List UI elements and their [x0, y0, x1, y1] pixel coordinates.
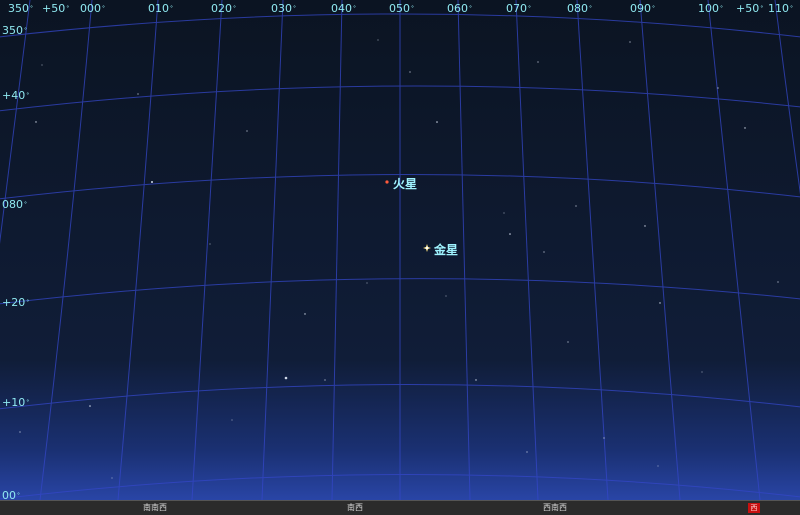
ra-label: +50° — [42, 2, 70, 15]
star — [543, 251, 545, 253]
mars-dot-icon[interactable] — [385, 180, 389, 184]
ra-label: 050° — [389, 2, 414, 15]
ra-label: 090° — [630, 2, 655, 15]
horizon-direction-bar: 南南西 南西 西南西 西 — [0, 500, 800, 515]
dec-label: +10° — [2, 396, 30, 409]
star — [19, 431, 21, 433]
star — [89, 405, 91, 407]
star — [231, 419, 233, 421]
star — [567, 341, 569, 343]
star — [209, 243, 211, 245]
venus-label[interactable]: 金星 — [434, 241, 458, 258]
star — [284, 376, 288, 380]
dec-label: +20° — [2, 296, 30, 309]
star — [657, 465, 659, 467]
dec-label: 080° — [2, 198, 27, 211]
direction-marker-icon[interactable]: 西 — [748, 503, 760, 513]
ra-label: +50° — [736, 2, 764, 15]
ra-label: 100° — [698, 2, 723, 15]
ra-label: 040° — [331, 2, 356, 15]
ra-label: 000° — [80, 2, 105, 15]
star — [644, 225, 646, 227]
direction-ssw[interactable]: 南南西 — [143, 502, 167, 513]
star — [304, 313, 306, 315]
ra-label: 010° — [148, 2, 173, 15]
star — [409, 71, 411, 73]
dec-label: 350° — [2, 24, 27, 37]
star — [526, 451, 528, 453]
star — [537, 61, 539, 63]
star — [701, 371, 703, 373]
star — [377, 39, 379, 41]
ra-label: 070° — [506, 2, 531, 15]
star — [717, 87, 719, 89]
ra-label: 110° — [768, 2, 793, 15]
star — [659, 302, 661, 304]
star — [503, 212, 505, 214]
star — [41, 64, 43, 66]
dec-label: +40° — [2, 89, 30, 102]
star — [475, 379, 477, 381]
ra-label: 350° — [8, 2, 33, 15]
star — [137, 93, 139, 95]
star — [509, 233, 511, 235]
star — [445, 295, 447, 297]
star — [744, 127, 746, 129]
star — [603, 437, 605, 439]
ra-label: 030° — [271, 2, 296, 15]
star — [777, 281, 779, 283]
star — [436, 121, 438, 123]
star — [111, 477, 113, 479]
ra-label: 080° — [567, 2, 592, 15]
sky-chart[interactable] — [0, 0, 800, 500]
ra-label: 060° — [447, 2, 472, 15]
star — [366, 282, 368, 284]
ra-label: 020° — [211, 2, 236, 15]
star — [35, 121, 37, 123]
star — [324, 379, 326, 381]
direction-sw[interactable]: 南西 — [347, 502, 363, 513]
mars-label[interactable]: 火星 — [393, 175, 417, 192]
star — [575, 205, 577, 207]
direction-wsw[interactable]: 西南西 — [543, 502, 567, 513]
star — [629, 41, 631, 43]
star — [151, 181, 153, 183]
star — [246, 130, 248, 132]
